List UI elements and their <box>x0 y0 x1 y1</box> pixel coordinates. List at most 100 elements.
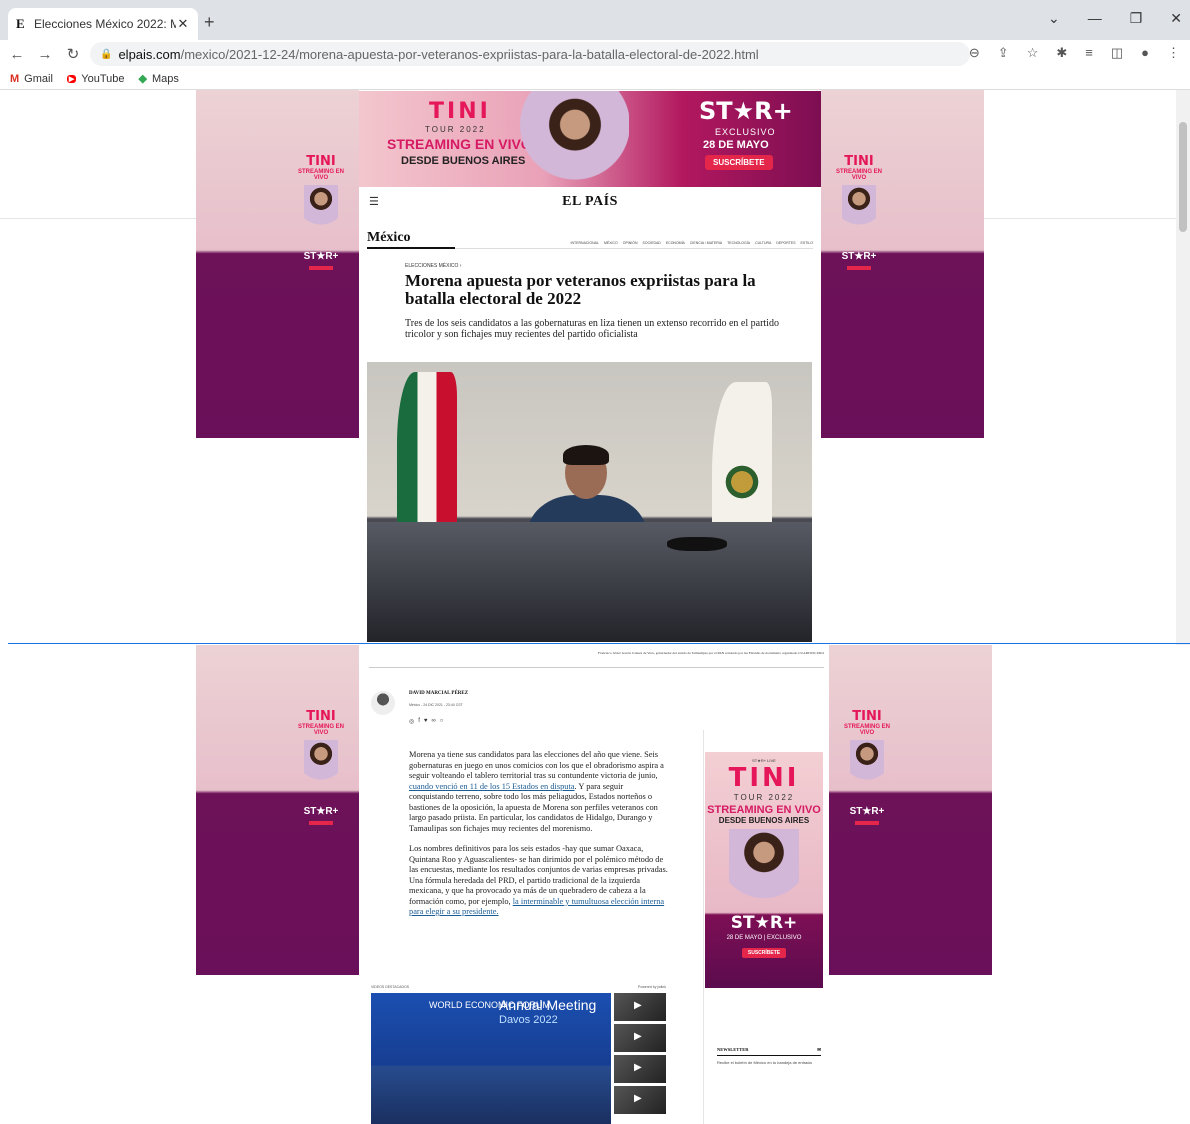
page-viewport: TINI STREAMING EN VIVO ST★R+ TINI STREAM… <box>0 90 1190 1124</box>
menu-icon[interactable]: ⋮ <box>1167 45 1180 61</box>
article-photo[interactable] <box>367 362 812 642</box>
back-button[interactable]: ← <box>6 46 28 63</box>
video-thumbnail[interactable] <box>614 1024 666 1052</box>
reading-list-icon[interactable]: ≡ <box>1085 45 1093 61</box>
video-thumbnail[interactable] <box>614 1055 666 1083</box>
close-tab-icon[interactable]: ✕ <box>176 16 190 32</box>
bookmark-gmail[interactable]: M Gmail <box>10 73 53 85</box>
profile-icon[interactable]: ● <box>1141 45 1149 61</box>
bookmarks-bar: M Gmail ▶ YouTube ◆ Maps <box>0 68 1190 90</box>
minimize-button[interactable]: — <box>1088 10 1102 27</box>
top-banner-ad[interactable]: TINI TOUR 2022 STREAMING EN VIVO DESDE B… <box>359 91 821 187</box>
conference-phone <box>667 537 727 551</box>
skin-ad-photo <box>842 185 876 231</box>
article-summary: Tres de los seis candidatos a las gobern… <box>405 318 779 340</box>
share-icon[interactable]: ⇪ <box>998 45 1009 61</box>
newsletter-description: Recibe el boletín de México en tu bandej… <box>717 1060 812 1065</box>
url-input[interactable]: 🔒 elpais.com/mexico/2021-12-24/morena-ap… <box>90 42 970 66</box>
new-tab-button[interactable]: + <box>204 12 215 33</box>
skin-ad-left-lower[interactable]: TINI STREAMING EN VIVO ST★R+ <box>196 645 359 975</box>
nav-link[interactable]: TECNOLOGÍA <box>727 241 750 245</box>
lock-icon[interactable]: 🔒 <box>100 49 112 60</box>
nav-link[interactable]: INTERNACIONAL <box>571 241 599 245</box>
skin-ad-button <box>309 821 333 825</box>
skin-ad-streaming: STREAMING EN VIVO <box>297 169 344 181</box>
section-links: INTERNACIONAL MÉXICO OPINIÓN SOCIEDAD EC… <box>454 231 813 249</box>
nav-link[interactable]: ECONOMÍA <box>666 241 685 245</box>
author-avatar[interactable] <box>371 691 395 715</box>
author-name[interactable]: DAVID MARCIAL PÉREZ <box>409 691 468 696</box>
nav-link[interactable]: MÉXICO <box>604 241 618 245</box>
whatsapp-icon[interactable]: ◎ <box>409 718 414 725</box>
skin-ad-right-lower[interactable]: TINI STREAMING EN VIVO ST★R+ <box>829 645 992 975</box>
tab-bar: E Elecciones México 2022: Morena ✕ + ⌄ —… <box>0 0 1190 40</box>
scrollbar-thumb[interactable] <box>1179 122 1187 232</box>
link-icon[interactable]: ∞ <box>431 718 435 725</box>
skin-ad-content: TINI STREAMING EN VIVO ST★R+ <box>293 154 349 270</box>
nav-link[interactable]: SOCIEDAD <box>643 241 661 245</box>
article-body-section: Francisco Javier García Cabeza de Vaca, … <box>363 645 828 1124</box>
ad-photo <box>729 829 799 907</box>
caption-divider <box>369 667 824 668</box>
ad-tini: TINI <box>728 763 800 793</box>
article-kicker[interactable]: ELECCIONES MÉXICO › <box>405 263 821 269</box>
browser-tab[interactable]: E Elecciones México 2022: Morena ✕ <box>8 8 198 40</box>
skin-ad-photo <box>304 185 338 231</box>
newsletter-header: NEWSLETTER ✉ <box>717 1047 821 1056</box>
hamburger-menu-icon[interactable]: ☰ <box>369 195 379 208</box>
nav-link[interactable]: DEPORTES <box>776 241 795 245</box>
ad-fecha: 28 DE MAYO | EXCLUSIVO <box>726 935 802 941</box>
ad-desde: DESDE BUENOS AIRES <box>401 155 526 167</box>
restore-button[interactable]: ❐ <box>1130 10 1143 27</box>
close-window-button[interactable]: ✕ <box>1170 10 1182 27</box>
ad-suscribete-button[interactable]: SUSCRÍBETE <box>705 155 773 170</box>
bookmark-star-icon[interactable]: ☆ <box>1027 45 1039 61</box>
skin-ad-content: TINI STREAMING EN VIVO ST★R+ <box>839 709 895 825</box>
desk <box>367 522 812 642</box>
skin-ad-photo <box>850 740 884 786</box>
sidebar-ad[interactable]: ST★R+ LIVE TINI TOUR 2022 STREAMING EN V… <box>705 752 823 988</box>
reload-button[interactable]: ↻ <box>62 45 84 63</box>
side-panel-icon[interactable]: ◫ <box>1111 45 1123 61</box>
article-body: Morena ya tiene sus candidatos para las … <box>409 750 669 928</box>
ad-fecha: 28 DE MAYO <box>703 139 769 151</box>
extensions-icon[interactable]: ✱ <box>1056 45 1067 61</box>
nav-link[interactable]: CIENCIA / MATERIA <box>690 241 722 245</box>
article-link[interactable]: cuando venció en 11 de los 15 Estados en… <box>409 782 575 791</box>
video-thumbnail[interactable] <box>614 993 666 1021</box>
site-logo[interactable]: EL PAÍS <box>562 194 618 210</box>
skin-ad-starplus: ST★R+ <box>303 251 339 262</box>
page-scrollbar[interactable] <box>1176 90 1190 645</box>
skin-ad-content: TINI STREAMING EN VIVO ST★R+ <box>293 709 349 825</box>
skin-ad-streaming: STREAMING EN VIVO <box>297 724 344 736</box>
skin-ad-starplus: ST★R+ <box>849 806 885 817</box>
section-name[interactable]: México <box>367 229 455 249</box>
video-thumbnail[interactable] <box>614 1086 666 1114</box>
newsletter-widget[interactable]: NEWSLETTER ✉ Recibe el boletín de México … <box>717 1047 821 1065</box>
share-buttons: ◎ f ♥ ∞ ○ <box>409 718 443 725</box>
nav-link[interactable]: CULTURA <box>755 241 771 245</box>
facebook-icon[interactable]: f <box>418 718 420 725</box>
ad-streaming: STREAMING EN VIVO <box>707 804 821 816</box>
article-headline: Morena apuesta por veteranos expriistas … <box>405 271 756 308</box>
comments-icon[interactable]: ○ <box>440 718 444 725</box>
bookmark-maps[interactable]: ◆ Maps <box>139 72 179 86</box>
tab-title: Elecciones México 2022: Morena <box>34 17 176 31</box>
screenshot-divider <box>8 643 1190 644</box>
bookmark-youtube[interactable]: ▶ YouTube <box>66 73 125 85</box>
skin-ad-left[interactable]: TINI STREAMING EN VIVO ST★R+ <box>196 90 359 438</box>
nav-link[interactable]: ESTILO <box>801 241 813 245</box>
zoom-icon[interactable]: ⊖ <box>969 45 980 61</box>
skin-ad-button <box>847 266 871 270</box>
paragraph: Morena ya tiene sus candidatos para las … <box>409 750 669 834</box>
skin-ad-starplus: ST★R+ <box>841 251 877 262</box>
tab-search-icon[interactable]: ⌄ <box>1048 10 1060 27</box>
ad-tini: TINI <box>429 99 491 124</box>
forward-button[interactable]: → <box>34 46 56 63</box>
ad-suscribete-button[interactable]: SUSCRÍBETE <box>741 948 787 958</box>
section-nav: México INTERNACIONAL MÉXICO OPINIÓN SOCI… <box>359 229 821 249</box>
skin-ad-right[interactable]: TINI STREAMING EN VIVO ST★R+ <box>821 90 984 438</box>
video-player[interactable]: WORLD ECONOMIC FORUM Annual Meeting Davos… <box>371 993 611 1124</box>
nav-link[interactable]: OPINIÓN <box>623 241 638 245</box>
twitter-icon[interactable]: ♥ <box>424 718 428 725</box>
